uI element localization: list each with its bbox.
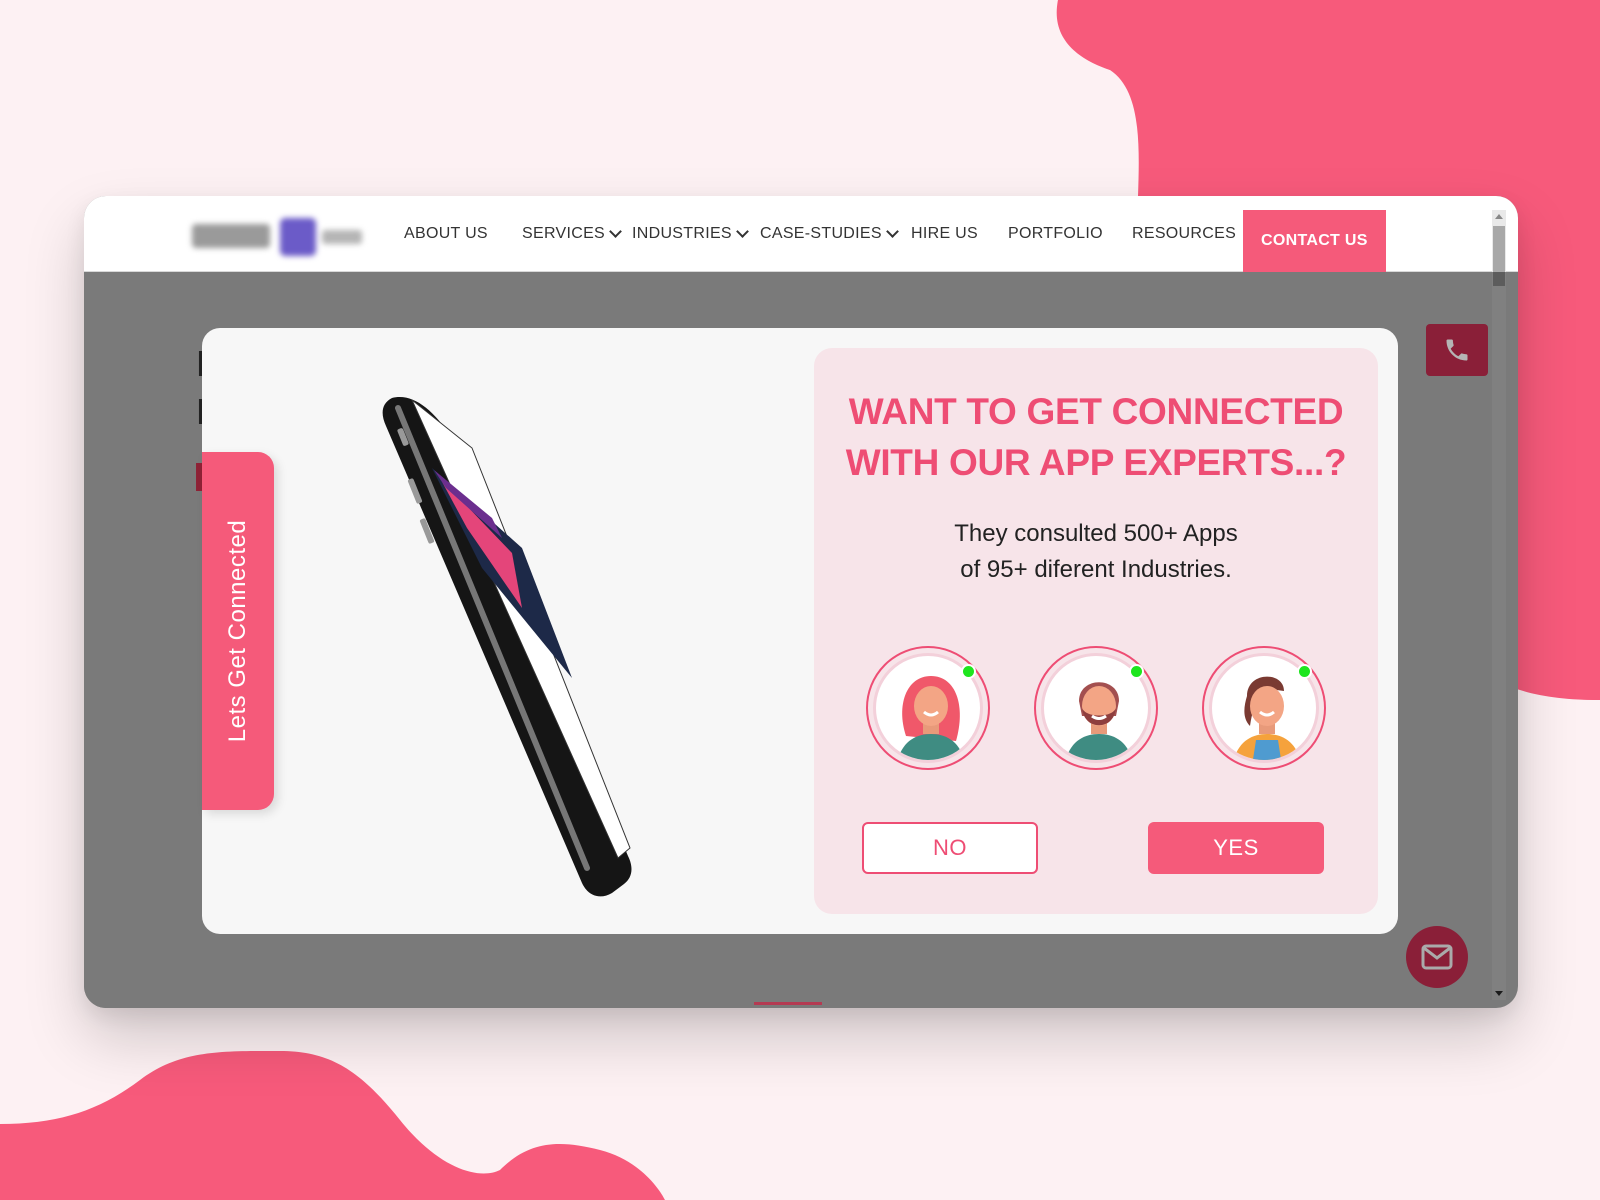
nav-resources[interactable]: RESOURCES <box>1132 196 1236 272</box>
subtitle-line-2: of 95+ diferent Industries. <box>960 556 1232 583</box>
nav-portfolio[interactable]: PORTFOLIO <box>1008 196 1103 272</box>
nav-label: PORTFOLIO <box>1008 225 1103 242</box>
subtitle-line-1: They consulted 500+ Apps <box>954 520 1238 547</box>
lets-get-connected-tab[interactable]: Lets Get Connected <box>202 452 274 810</box>
chevron-down-icon <box>609 225 622 238</box>
yes-button[interactable]: YES <box>1148 822 1324 874</box>
scroll-up-arrow-icon[interactable] <box>1495 214 1503 219</box>
modal-title: WANT TO GET CONNECTED WITH OUR APP EXPER… <box>814 386 1378 488</box>
nav-services[interactable]: SERVICES <box>522 196 622 272</box>
slider-indicator <box>754 1002 822 1005</box>
smartphone-illustration <box>382 397 632 897</box>
browser-window: E H ABOUT US SERVICES INDUSTRIES CASE-ST… <box>84 196 1518 1008</box>
online-status-dot <box>1129 664 1144 679</box>
nav-label: CONTACT US <box>1261 232 1368 249</box>
expert-connect-panel: WANT TO GET CONNECTED WITH OUR APP EXPER… <box>814 348 1378 914</box>
expert-avatar <box>1034 646 1158 770</box>
no-button[interactable]: NO <box>862 822 1038 874</box>
nav-contact-us-button[interactable]: CONTACT US <box>1243 210 1386 272</box>
nav-hire-us[interactable]: HIRE US <box>911 196 978 272</box>
phone-icon <box>1446 339 1468 361</box>
nav-about-us[interactable]: ABOUT US <box>404 196 488 272</box>
modal-subtitle: They consulted 500+ Apps of 95+ diferent… <box>814 516 1378 588</box>
nav-label: RESOURCES <box>1132 225 1237 242</box>
nav-industries[interactable]: INDUSTRIES <box>632 196 749 272</box>
scrollbar-overlay <box>1492 272 1506 1000</box>
nav-label: SERVICES <box>522 225 606 242</box>
nav-case-studies[interactable]: CASE-STUDIES <box>760 196 899 272</box>
nav-label: INDUSTRIES <box>632 225 732 242</box>
expert-avatar <box>1202 646 1326 770</box>
chevron-down-icon <box>736 225 749 238</box>
nav-label: ABOUT US <box>404 225 488 242</box>
email-button[interactable] <box>1406 926 1468 988</box>
title-line-1: WANT TO GET CONNECTED <box>848 391 1344 432</box>
title-line-2: WITH OUR APP EXPERTS...? <box>845 442 1347 483</box>
call-button[interactable] <box>1426 324 1488 376</box>
chevron-down-icon <box>885 225 899 238</box>
online-status-dot <box>1297 664 1312 679</box>
blob-bottom-left <box>0 1050 665 1200</box>
nav-label: HIRE US <box>911 225 978 242</box>
nav-label: CASE-STUDIES <box>760 225 882 242</box>
company-logo[interactable] <box>192 218 362 256</box>
mail-icon <box>1421 944 1453 970</box>
online-status-dot <box>961 664 976 679</box>
side-tab-label: Lets Get Connected <box>224 519 251 743</box>
connect-modal: WANT TO GET CONNECTED WITH OUR APP EXPER… <box>202 328 1398 934</box>
top-navbar: ABOUT US SERVICES INDUSTRIES CASE-STUDIE… <box>84 196 1518 272</box>
expert-avatar <box>866 646 990 770</box>
